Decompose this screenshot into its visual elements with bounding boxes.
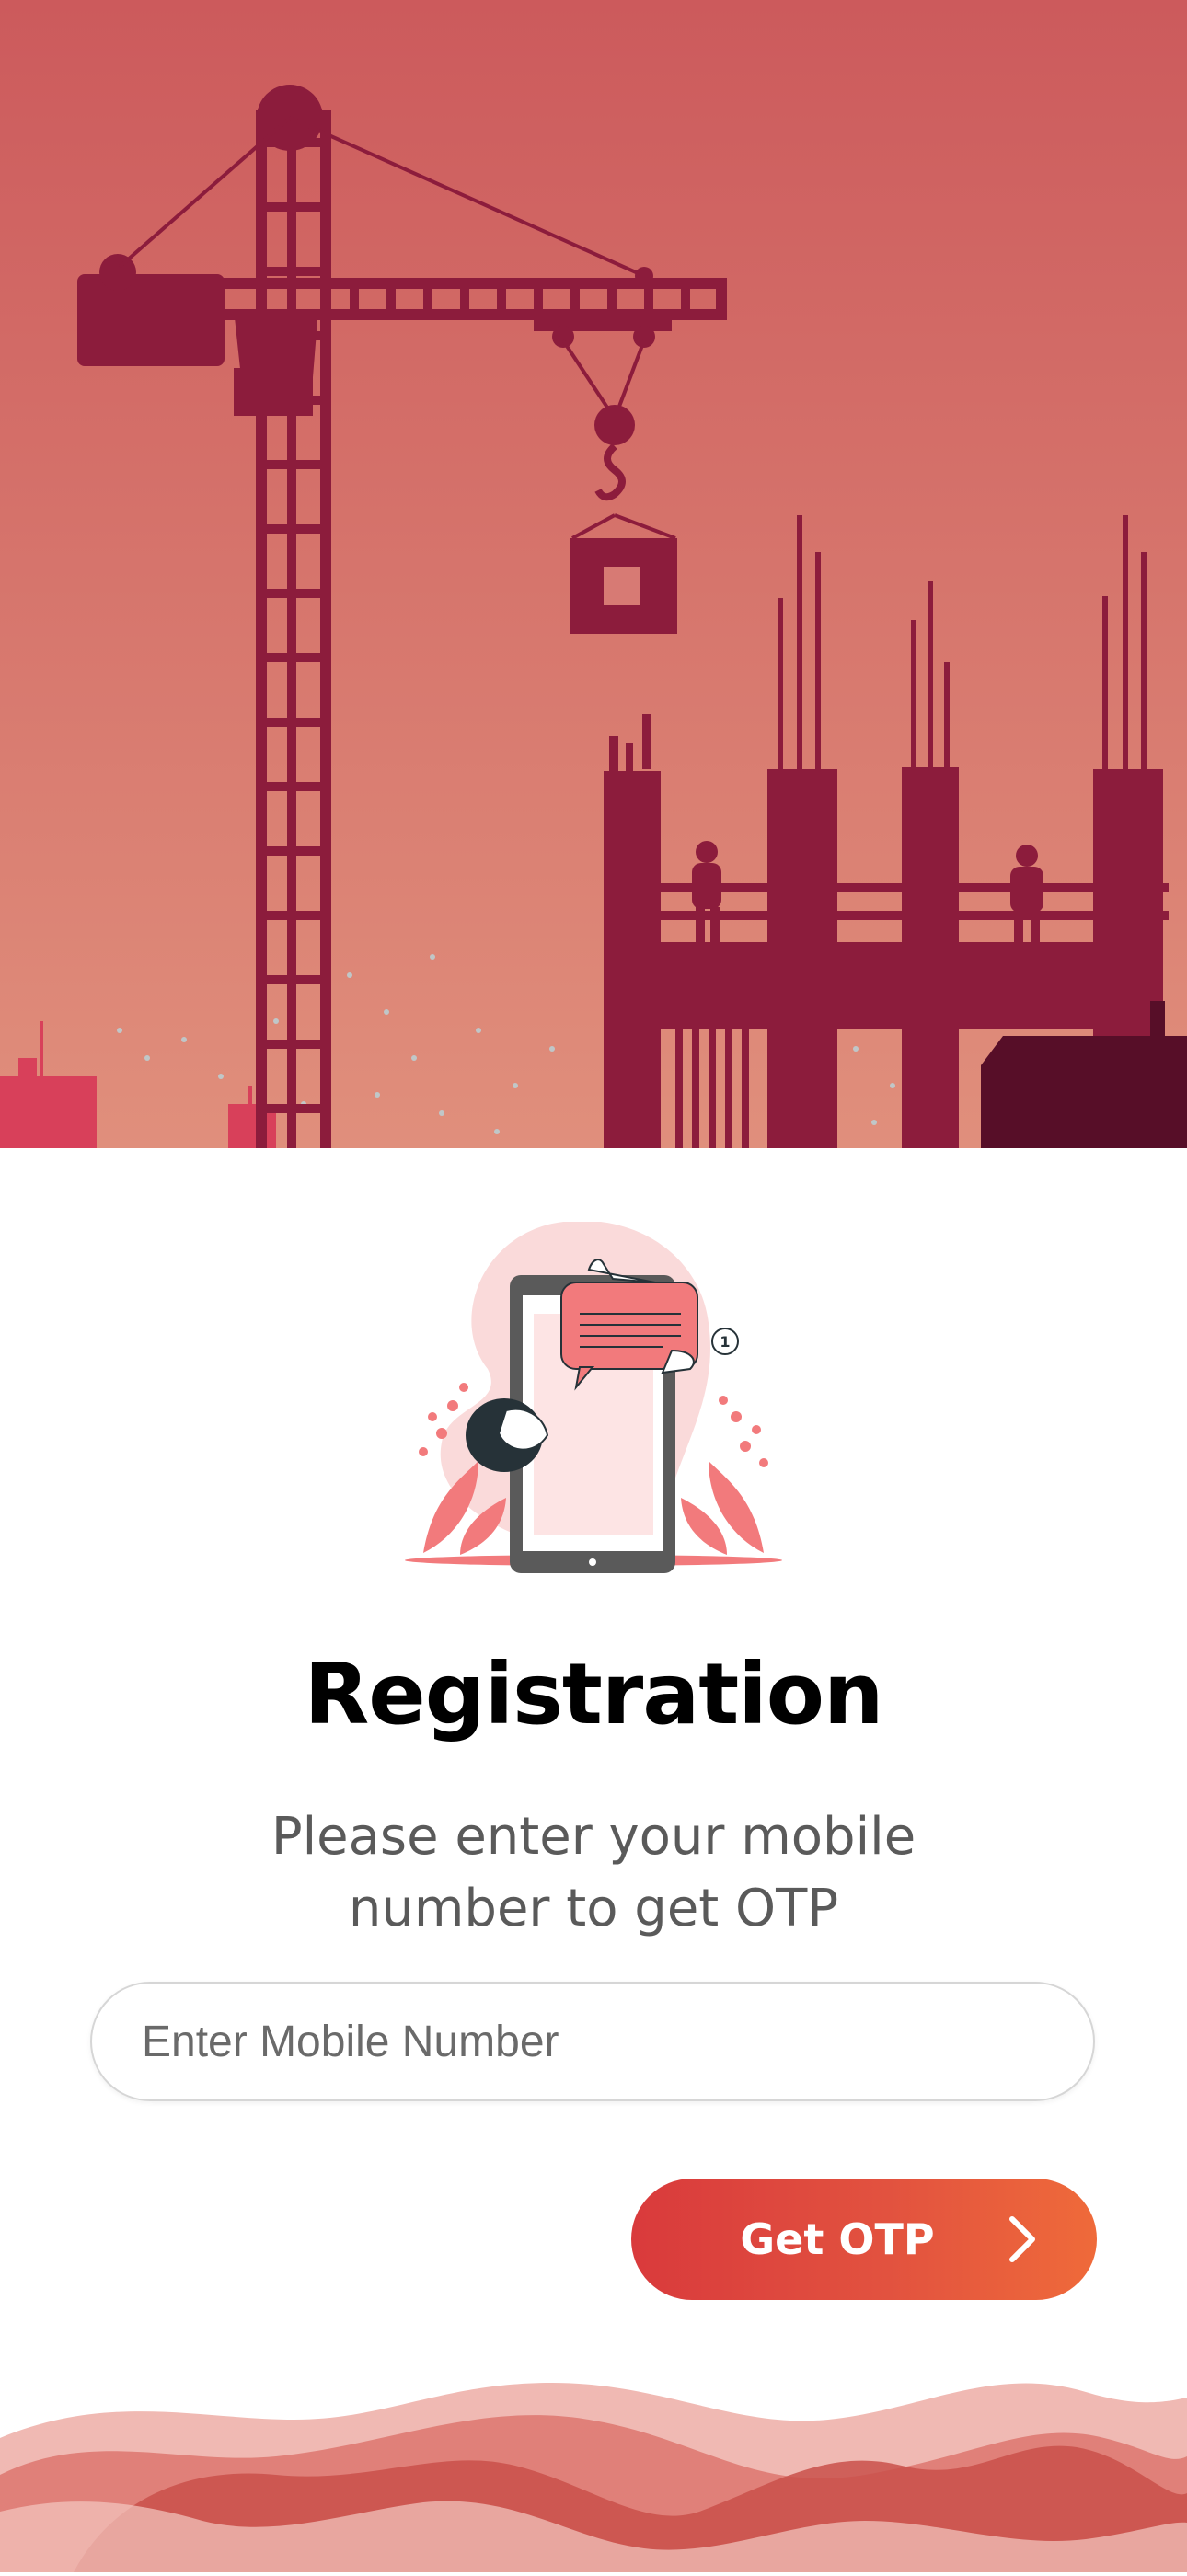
otp-phone-illustration: 1 bbox=[396, 1220, 791, 1590]
get-otp-label: Get OTP bbox=[740, 2214, 935, 2264]
registration-panel: 1 Registration Please enter your mobile … bbox=[0, 1148, 1187, 2572]
chevron-right-icon bbox=[999, 2214, 1054, 2265]
hero-construction-illustration bbox=[0, 0, 1187, 1148]
notification-count: 1 bbox=[720, 1333, 730, 1351]
page-title: Registration bbox=[304, 1645, 883, 1743]
mobile-number-input[interactable] bbox=[90, 1982, 1095, 2101]
dark-building bbox=[981, 1036, 1187, 1148]
decorative-waves bbox=[0, 2364, 1187, 2572]
get-otp-button[interactable]: Get OTP bbox=[631, 2179, 1097, 2300]
instruction-text: Please enter your mobile number to get O… bbox=[271, 1807, 916, 1938]
